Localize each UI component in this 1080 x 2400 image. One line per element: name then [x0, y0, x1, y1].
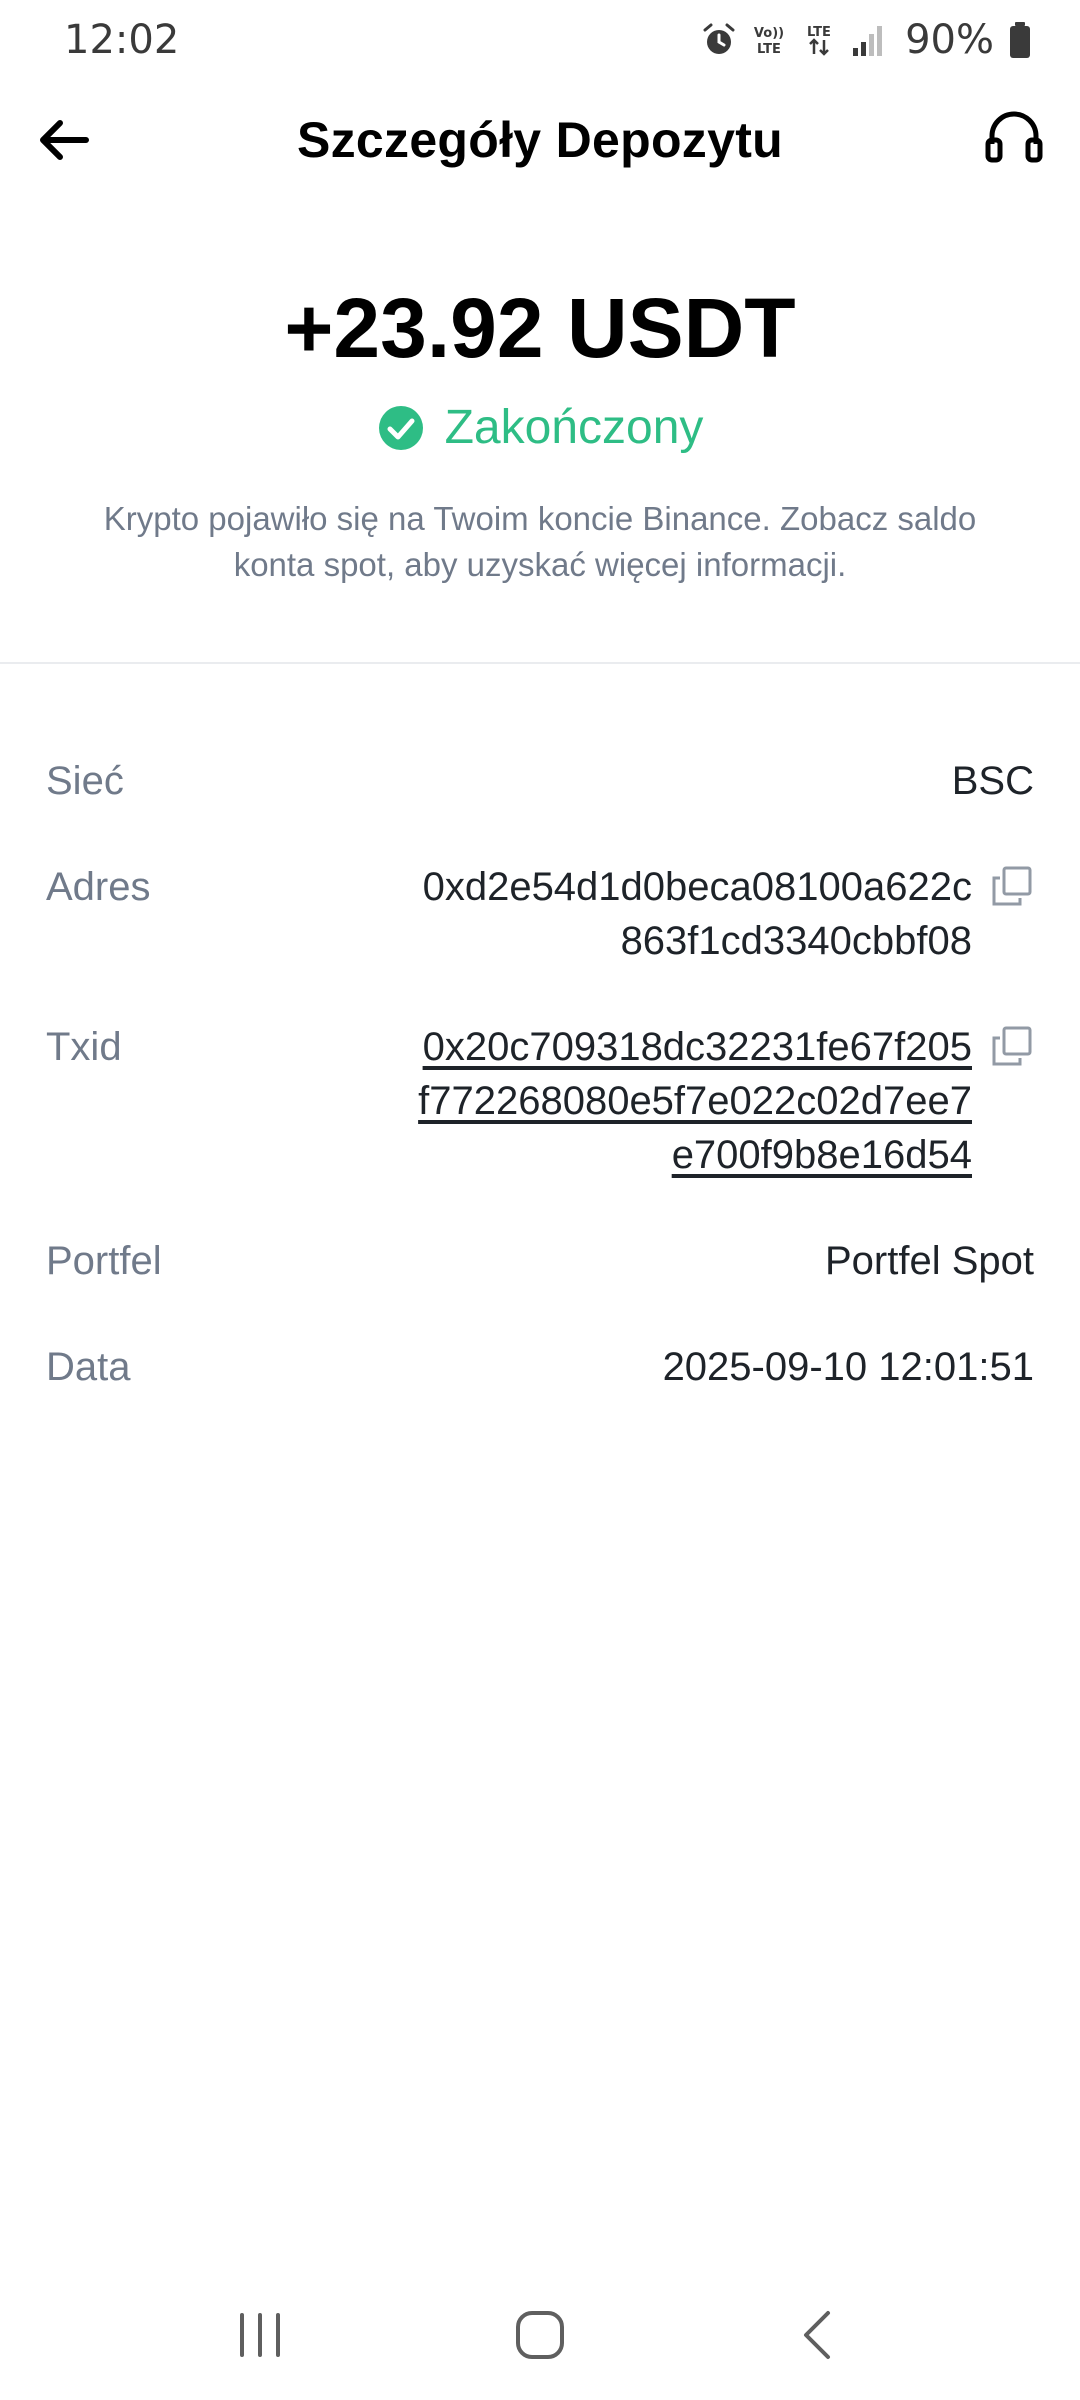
copy-address-icon[interactable]	[990, 864, 1034, 908]
system-nav-bar	[0, 2270, 1080, 2400]
deposit-description: Krypto pojawiło się na Twoim koncie Bina…	[103, 500, 977, 583]
date-row: Data 2025-09-10 12:01:51	[46, 1340, 1034, 1394]
headset-icon	[985, 111, 1043, 163]
volte-icon: Vo)) LTE	[754, 26, 784, 57]
network-row: Sieć BSC	[46, 754, 1034, 808]
status-bar: 12:02 Vo)) LTE LTE 90%	[0, 0, 1080, 80]
recent-apps-icon	[240, 2313, 280, 2357]
txid-label: Txid	[46, 1025, 122, 1069]
app-header: Szczegóły Depozytu	[0, 92, 1080, 188]
status-time: 12:02	[64, 17, 180, 63]
recent-apps-button[interactable]	[220, 2295, 300, 2375]
address-label: Adres	[46, 865, 151, 909]
status-label: Zakończony	[444, 401, 704, 454]
txid-row: Txid 0x20c709318dc32231fe67f205 f7722680…	[46, 1020, 1034, 1182]
system-back-button[interactable]	[780, 2295, 860, 2375]
txid-value-group: 0x20c709318dc32231fe67f205 f772268080e5f…	[418, 1020, 1034, 1182]
check-circle-icon	[378, 405, 423, 450]
svg-text:LTE: LTE	[757, 42, 781, 57]
support-button[interactable]	[982, 106, 1046, 170]
address-row: Adres 0xd2e54d1d0beca08100a622c 863f1cd3…	[46, 860, 1034, 968]
signal-icon	[853, 26, 883, 56]
network-label: Sieć	[46, 759, 124, 803]
wallet-row: Portfel Portfel Spot	[46, 1234, 1034, 1288]
back-icon	[804, 2311, 830, 2359]
battery-icon	[1010, 22, 1030, 58]
wallet-label: Portfel	[46, 1239, 162, 1283]
arrow-left-icon	[40, 120, 89, 160]
home-button[interactable]	[500, 2295, 580, 2375]
network-value: BSC	[951, 759, 1034, 803]
copy-txid-icon[interactable]	[990, 1024, 1034, 1068]
divider	[0, 662, 1080, 664]
status-icons: Vo)) LTE LTE 90%	[701, 17, 1032, 63]
address-value-group: 0xd2e54d1d0beca08100a622c 863f1cd3340cbb…	[423, 860, 1034, 968]
txid-line: f772268080e5f7e022c02d7ee7	[418, 1079, 972, 1123]
svg-text:LTE: LTE	[807, 25, 831, 40]
back-button[interactable]	[34, 110, 94, 170]
lte-icon: LTE	[807, 25, 831, 56]
deposit-status: Zakończony	[0, 400, 1080, 455]
deposit-details-screen: 12:02 Vo)) LTE LTE 90% Szczegóły Depozyt…	[0, 0, 1080, 2400]
battery-percentage: 90%	[905, 17, 994, 63]
svg-text:Vo)): Vo))	[754, 26, 784, 41]
deposit-amount: +23.92 USDT	[284, 281, 796, 375]
txid-line: e700f9b8e16d54	[671, 1133, 972, 1177]
date-value: 2025-09-10 12:01:51	[662, 1345, 1034, 1389]
address-line: 863f1cd3340cbbf08	[620, 919, 972, 963]
txid-link[interactable]: 0x20c709318dc32231fe67f205 f772268080e5f…	[418, 1020, 972, 1182]
page-title: Szczegóły Depozytu	[296, 112, 784, 168]
home-icon	[516, 2311, 564, 2359]
address-value: 0xd2e54d1d0beca08100a622c 863f1cd3340cbb…	[423, 860, 972, 968]
date-label: Data	[46, 1345, 131, 1389]
wallet-value: Portfel Spot	[824, 1239, 1034, 1283]
txid-line: 0x20c709318dc32231fe67f205	[422, 1025, 972, 1069]
address-line: 0xd2e54d1d0beca08100a622c	[422, 865, 972, 909]
alarm-icon	[703, 23, 735, 54]
